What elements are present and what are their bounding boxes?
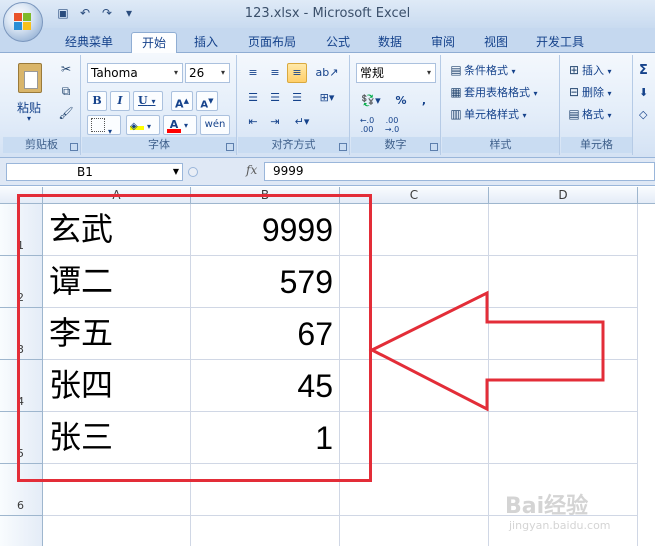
left-arrow-annotation bbox=[368, 290, 605, 412]
office-button[interactable] bbox=[3, 2, 43, 42]
watermark-logo: Bai经验 bbox=[505, 494, 589, 519]
office-logo-icon bbox=[14, 13, 32, 31]
watermark-url: jingyan.baidu.com bbox=[509, 519, 611, 532]
